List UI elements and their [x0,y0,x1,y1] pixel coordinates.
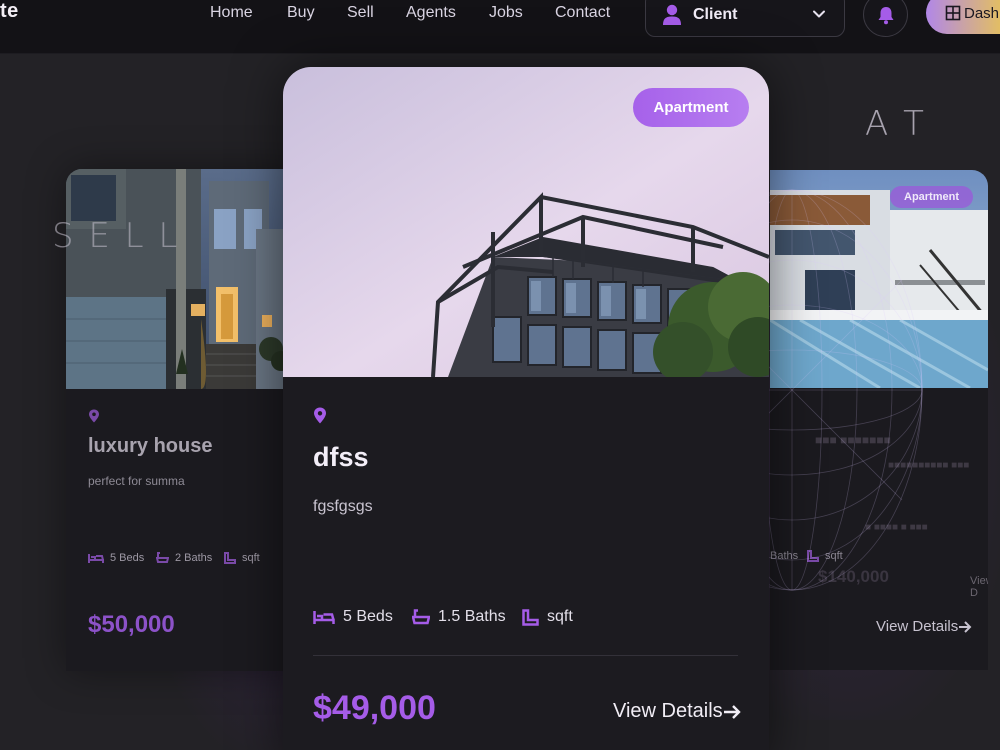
nav-link-buy[interactable]: Buy [287,4,315,22]
top-navbar: te Home Buy Sell Agents Jobs Contact Cli… [0,0,1000,54]
site-logo[interactable]: te [0,0,19,23]
view-details-link[interactable]: View Details [876,618,972,635]
nav-link-home[interactable]: Home [210,4,253,22]
user-icon [663,4,681,25]
decor-letters-right: A T [865,104,926,144]
nav-link-contact[interactable]: Contact [555,4,610,22]
baths-label: 1.5 Baths [438,608,506,625]
beds-label: 5 Beds [343,608,393,625]
faint-features: ■ ■■■■ ■ ■■■ [865,522,928,533]
baths-feature: 1.5 Baths [412,608,506,626]
beds-label: 5 Beds [110,552,145,564]
view-details-label: View Details [613,700,723,722]
area-label: sqft [825,550,843,562]
location-pin-icon [89,409,99,423]
view-details-link[interactable]: View Details [613,700,741,723]
property-title: dfss [313,442,369,472]
baths-label: 2 Baths [175,552,213,564]
nav-link-jobs[interactable]: Jobs [489,4,523,22]
role-select[interactable]: Client [645,0,845,37]
card-divider [313,655,738,656]
area-label: sqft [242,552,260,564]
nav-link-sell[interactable]: Sell [347,4,374,22]
property-type-badge: Apartment [890,186,974,208]
faint-title: ■■■ ■■■■■■■ [815,433,891,447]
ruler-icon [522,608,539,626]
ruler-icon [807,550,819,562]
bell-icon [878,6,893,24]
property-title: luxury house [88,435,213,457]
grid-icon [945,5,961,21]
property-description: perfect for summa [88,474,185,488]
chevron-down-icon [813,10,825,18]
baths-feature: Baths [770,550,798,562]
area-feature: sqft [807,550,843,562]
bed-icon [88,554,104,563]
property-price: $49,000 [313,689,436,727]
property-price: $140,000 [818,567,889,586]
area-feature: sqft [522,608,573,626]
property-type-badge: Apartment [633,88,749,127]
baths-label: Baths [770,550,799,562]
decor-letters-left: S E L L [52,216,180,256]
property-card-featured[interactable]: Apartment dfss fgsfgsgs 5 Beds 1.5 Baths… [283,67,769,750]
dashboard-button[interactable]: Dashb [926,0,1000,34]
property-description: fgsfgsgs [313,498,373,515]
baths-feature: 2 Baths [156,552,212,564]
view-details-link-faint: View D [970,575,988,599]
beds-feature: 5 Beds [313,608,393,626]
property-price: $50,000 [88,611,175,638]
dashboard-label: Dashb [964,4,1000,22]
faint-description: ■■■■■■■■■■ ■■■ [888,460,970,471]
role-selected-value: Client [693,5,738,23]
view-details-label: View Details [876,618,959,635]
bath-icon [156,552,169,563]
nav-link-agents[interactable]: Agents [406,4,456,22]
location-pin-icon [314,407,326,424]
ruler-icon [224,552,236,564]
beds-feature: 5 Beds [88,552,144,564]
area-feature: sqft [224,552,260,564]
arrow-right-icon [959,620,972,633]
arrow-right-icon [723,704,741,719]
bed-icon [313,611,335,624]
property-photo [66,169,306,389]
property-card-right[interactable]: Apartment ■■■ ■■■■■■■ ■■■■■■■■■■ ■■■ ■ ■… [770,170,988,670]
area-label: sqft [547,608,573,625]
bath-icon [412,609,430,625]
notifications-button[interactable] [863,0,908,37]
